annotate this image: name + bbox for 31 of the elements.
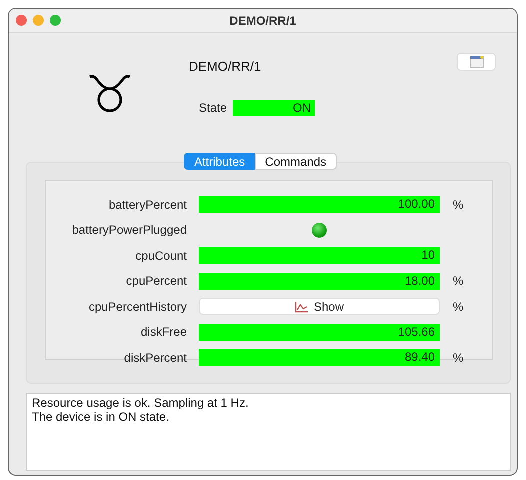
unit-label: % — [453, 198, 464, 212]
show-button[interactable]: Show — [199, 298, 440, 316]
attribute-value: 18.00 — [199, 272, 440, 290]
device-name: DEMO/RR/1 — [189, 59, 262, 74]
state-value: ON — [233, 100, 316, 116]
attribute-name: cpuCount — [134, 248, 188, 263]
status-line: The device is in ON state. — [32, 410, 170, 424]
attribute-value: 105.66 — [199, 324, 440, 341]
tab[interactable]: Commands — [255, 153, 337, 170]
attribute-name: diskFree — [140, 325, 188, 340]
attribute-value: 100.00 — [199, 196, 440, 214]
attribute-value: 10 — [199, 247, 440, 264]
unit-label: % — [453, 350, 464, 365]
attribute-name: cpuPercent — [125, 274, 188, 288]
taurus-symbol-icon — [88, 73, 132, 113]
zoom-button[interactable] — [50, 15, 61, 26]
minimize-button[interactable] — [33, 15, 44, 26]
unit-label: % — [453, 300, 464, 314]
attribute-name: batteryPowerPlugged — [71, 223, 188, 238]
attribute-name: batteryPercent — [108, 198, 188, 212]
window-button[interactable] — [457, 53, 496, 71]
attribute-value: 89.40 — [199, 349, 440, 366]
state-label: State — [199, 101, 228, 115]
window-title: DEMO/RR/1 — [230, 14, 296, 28]
attribute-name: diskPercent — [123, 350, 188, 365]
status-line: Resource usage is ok. Sampling at 1 Hz. — [32, 396, 249, 410]
close-button[interactable] — [16, 15, 27, 26]
attribute-name: cpuPercentHistory — [88, 300, 188, 314]
line-chart-icon — [294, 300, 309, 313]
window-icon — [470, 56, 484, 68]
unit-label: % — [453, 274, 464, 288]
